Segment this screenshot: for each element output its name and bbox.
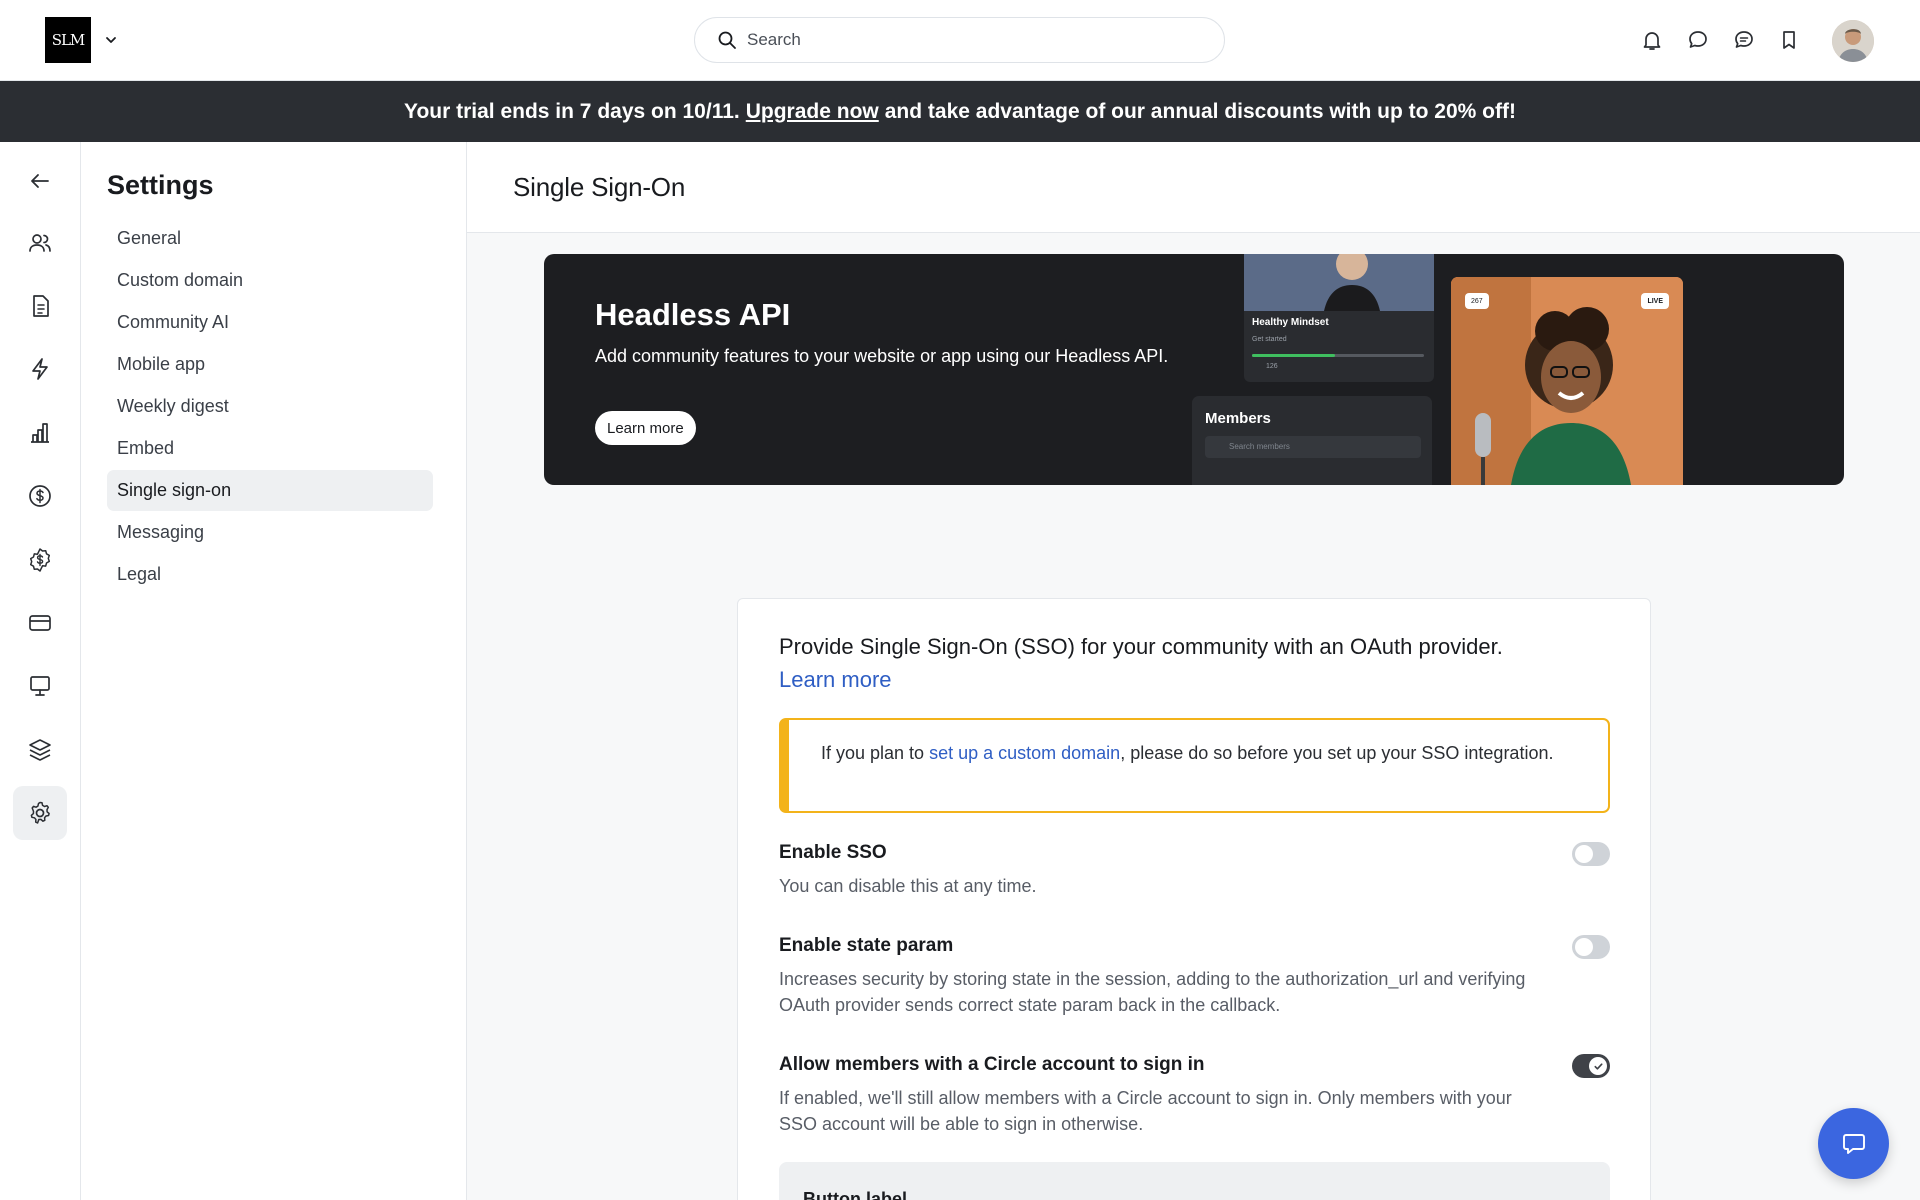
- sidebar-item-legal[interactable]: Legal: [107, 554, 433, 595]
- circle-account-signin-toggle[interactable]: [1572, 1054, 1610, 1078]
- callout-suffix: , please do so before you set up your SS…: [1120, 743, 1554, 763]
- search-input[interactable]: [747, 30, 1167, 50]
- promo-learn-more-button[interactable]: Learn more: [595, 411, 696, 445]
- main-content: Headless API Add community features to y…: [467, 233, 1920, 1200]
- enable-sso-description: You can disable this at any time.: [779, 876, 1037, 896]
- analytics-icon[interactable]: [13, 406, 67, 460]
- paywalls-icon[interactable]: [13, 469, 67, 523]
- chevron-down-icon[interactable]: [103, 32, 119, 48]
- toggle-knob: [1589, 1057, 1607, 1075]
- chat-bubble-icon[interactable]: [1686, 28, 1710, 52]
- settings-sidebar: Settings General Custom domain Community…: [81, 142, 467, 1200]
- enable-state-param-setting: Enable state param Increases security by…: [779, 935, 1610, 1018]
- sso-intro-text: Provide Single Sign-On (SSO) for your co…: [779, 634, 1503, 659]
- mock-progress-fill: [1252, 354, 1335, 357]
- mock-members-search: Search members: [1205, 436, 1421, 458]
- mock-course-title: Healthy Mindset: [1252, 317, 1329, 328]
- sidebar-item-community-ai[interactable]: Community AI: [107, 302, 433, 343]
- custom-domain-link[interactable]: set up a custom domain: [929, 743, 1120, 763]
- button-label-heading: Button label: [803, 1189, 907, 1200]
- bell-icon[interactable]: [1640, 28, 1664, 52]
- sidebar-item-general[interactable]: General: [107, 218, 433, 259]
- toggle-knob: [1575, 845, 1593, 863]
- search-bar[interactable]: [694, 17, 1225, 63]
- admin-rail: [0, 142, 81, 1200]
- community-logo[interactable]: SLM: [45, 17, 91, 63]
- top-bar: SLM: [0, 0, 1920, 81]
- settings-icon[interactable]: [13, 786, 67, 840]
- sso-intro: Provide Single Sign-On (SSO) for your co…: [779, 630, 1599, 696]
- sso-learn-more-link[interactable]: Learn more: [779, 667, 892, 692]
- page-header: Single Sign-On: [467, 142, 1920, 233]
- sidebar-title: Settings: [107, 170, 214, 200]
- mock-course-image: [1244, 254, 1434, 311]
- mock-search-text: Search members: [1229, 442, 1290, 451]
- search-icon: [717, 30, 737, 50]
- headless-api-promo: Headless API Add community features to y…: [544, 254, 1844, 485]
- sidebar-item-weekly-digest[interactable]: Weekly digest: [107, 386, 433, 427]
- check-icon: [1593, 1062, 1603, 1070]
- bookmark-icon[interactable]: [1777, 28, 1801, 52]
- mock-course-sub: Get started: [1252, 336, 1287, 343]
- trial-banner: Your trial ends in 7 days on 10/11. Upgr…: [0, 81, 1920, 142]
- sidebar-item-embed[interactable]: Embed: [107, 428, 433, 469]
- affiliates-icon[interactable]: [13, 533, 67, 587]
- posts-icon[interactable]: [13, 279, 67, 333]
- mock-live-badge: LIVE: [1641, 293, 1669, 309]
- enable-state-param-title: Enable state param: [779, 935, 954, 956]
- enable-sso-toggle[interactable]: [1572, 842, 1610, 866]
- mock-members-card: Members Search members: [1192, 396, 1432, 485]
- mock-course-count: 126: [1266, 363, 1278, 370]
- circle-account-signin-description: If enabled, we'll still allow members wi…: [779, 1088, 1512, 1134]
- circle-account-signin-title: Allow members with a Circle account to s…: [779, 1054, 1205, 1075]
- billing-icon[interactable]: [13, 596, 67, 650]
- promo-illustration: Healthy Mindset Get started 126 Members …: [1192, 254, 1844, 485]
- trial-banner-prefix: Your trial ends in 7 days on 10/11.: [404, 99, 740, 123]
- enable-state-param-description: Increases security by storing state in t…: [779, 969, 1526, 1015]
- mock-members-title: Members: [1205, 410, 1271, 427]
- sidebar-item-messaging[interactable]: Messaging: [107, 512, 433, 553]
- workflows-icon[interactable]: [13, 342, 67, 396]
- enable-sso-setting: Enable SSO You can disable this at any t…: [779, 842, 1610, 899]
- mock-viewer-count: 267: [1465, 293, 1489, 309]
- mock-progress-bar: [1252, 354, 1424, 357]
- toggle-knob: [1575, 938, 1593, 956]
- mock-course-card: Healthy Mindset Get started 126: [1244, 254, 1434, 382]
- user-avatar[interactable]: [1832, 20, 1874, 62]
- sso-settings-card: Provide Single Sign-On (SSO) for your co…: [737, 598, 1651, 1200]
- circle-account-signin-setting: Allow members with a Circle account to s…: [779, 1054, 1610, 1137]
- enable-sso-title: Enable SSO: [779, 842, 887, 863]
- support-chat-button[interactable]: [1818, 1108, 1889, 1179]
- upgrade-now-link[interactable]: Upgrade now: [746, 100, 879, 124]
- chat-icon: [1842, 1133, 1865, 1154]
- enable-state-param-toggle[interactable]: [1572, 935, 1610, 959]
- site-icon[interactable]: [13, 659, 67, 713]
- sidebar-item-single-sign-on[interactable]: Single sign-on: [107, 470, 433, 511]
- promo-title: Headless API: [595, 297, 791, 332]
- callout-prefix: If you plan to: [821, 743, 925, 763]
- back-arrow-icon[interactable]: [13, 154, 67, 208]
- mock-live-video: 267 LIVE: [1451, 277, 1683, 485]
- trial-banner-suffix: and take advantage of our annual discoun…: [884, 99, 1516, 123]
- sidebar-item-mobile-app[interactable]: Mobile app: [107, 344, 433, 385]
- page-title: Single Sign-On: [513, 172, 686, 202]
- plans-icon[interactable]: [13, 723, 67, 777]
- button-label-panel: Button label: [779, 1162, 1610, 1200]
- sidebar-item-custom-domain[interactable]: Custom domain: [107, 260, 433, 301]
- messages-icon[interactable]: [1732, 28, 1756, 52]
- members-icon[interactable]: [13, 216, 67, 270]
- custom-domain-callout: If you plan to set up a custom domain, p…: [779, 718, 1610, 813]
- mock-viewer-count-value: 267: [1471, 297, 1483, 305]
- promo-description: Add community features to your website o…: [595, 346, 1169, 366]
